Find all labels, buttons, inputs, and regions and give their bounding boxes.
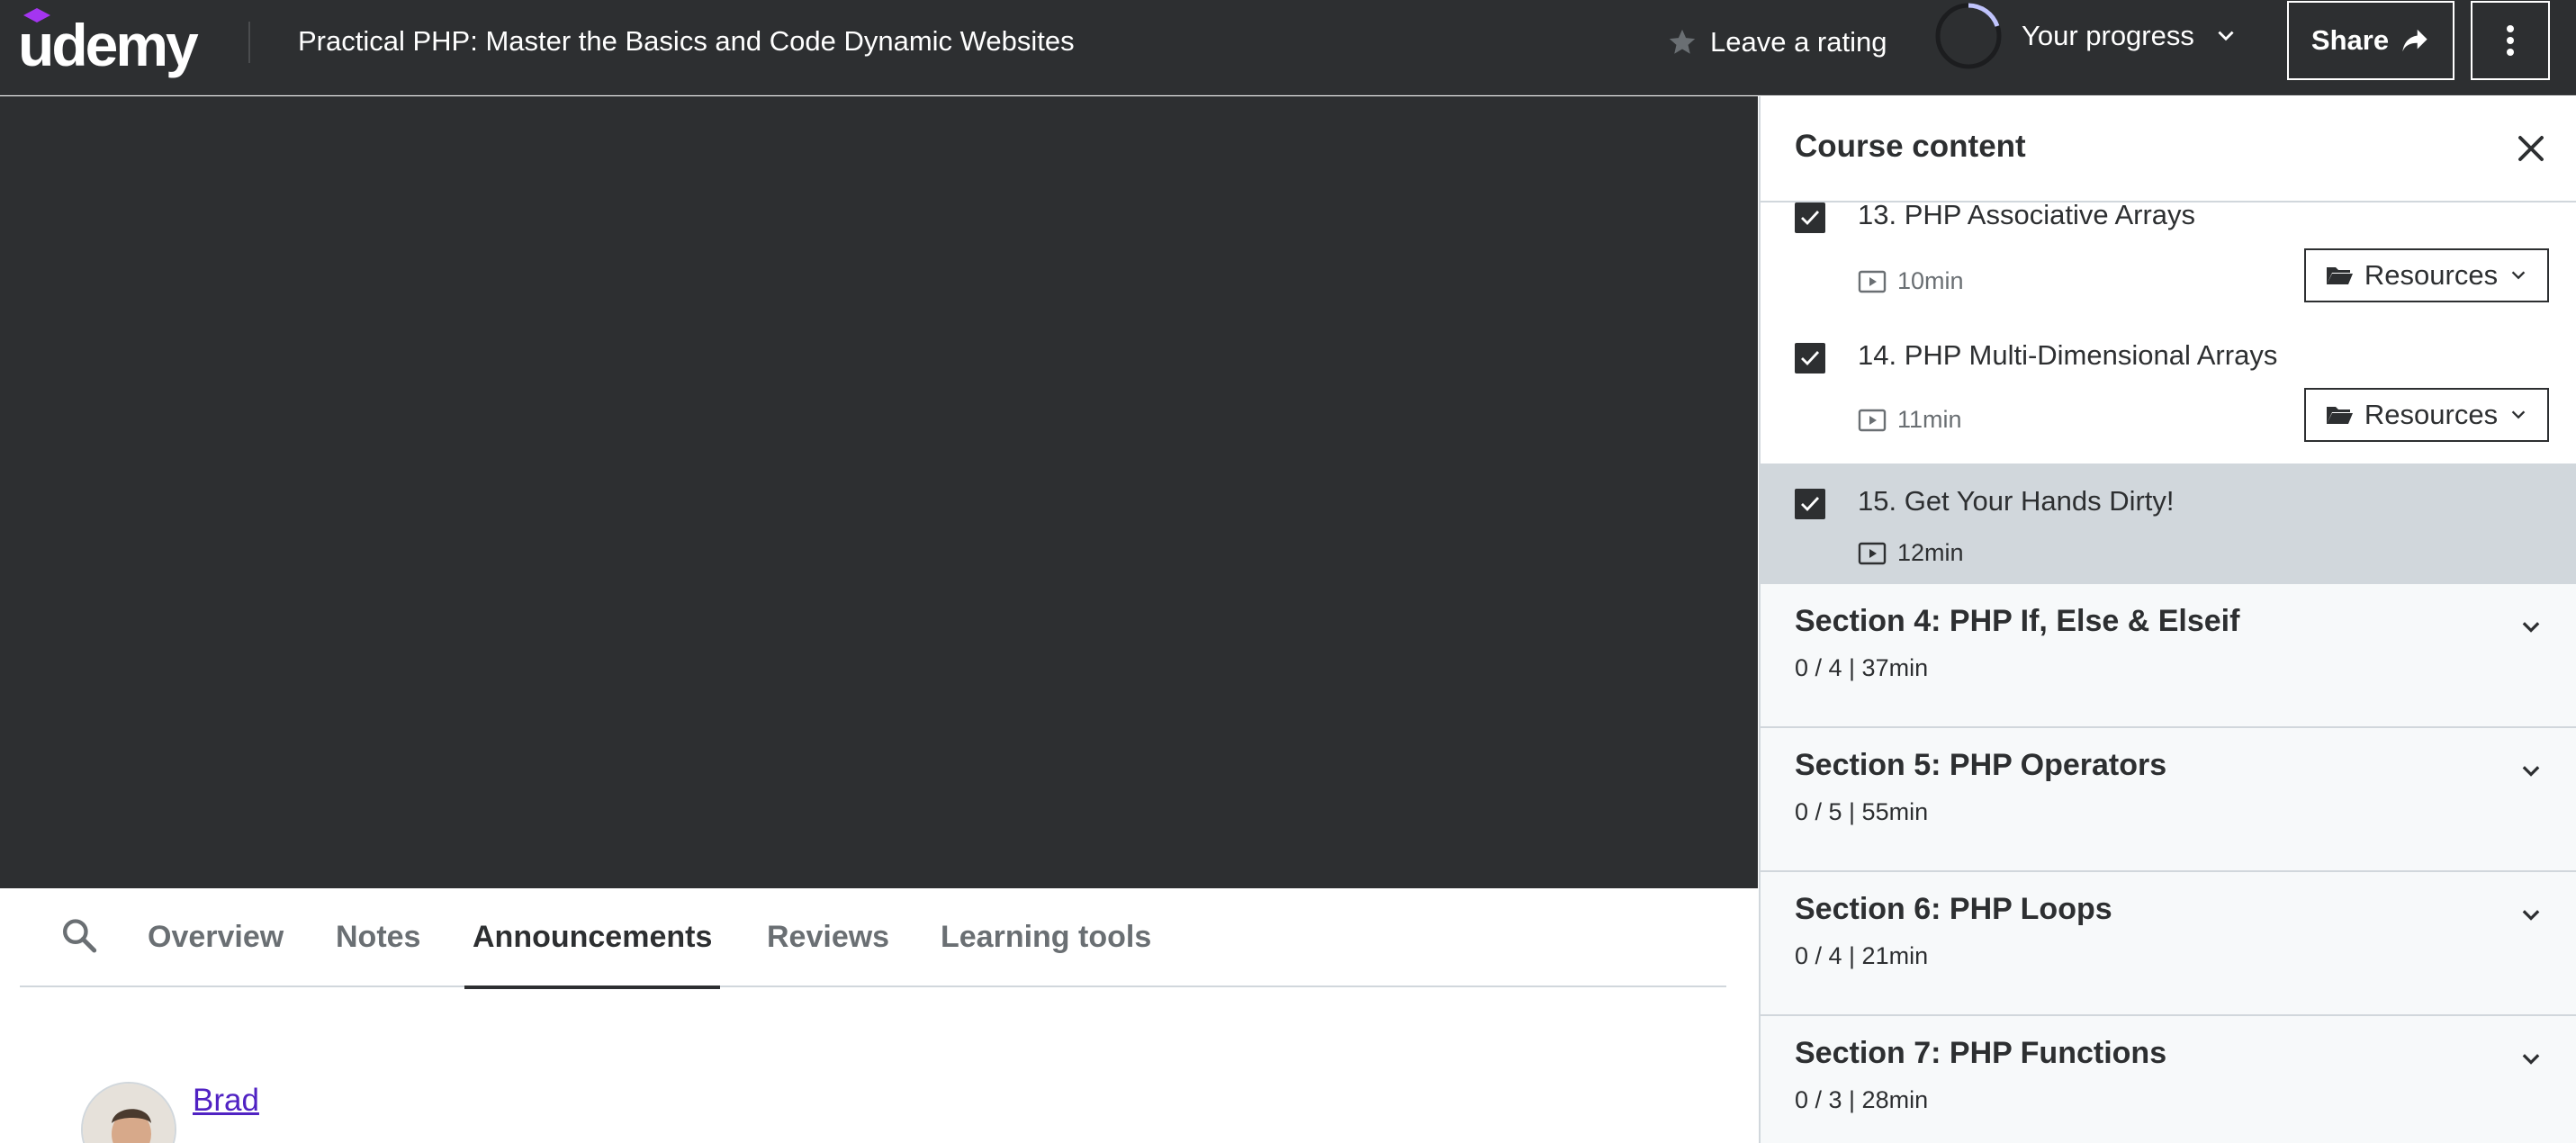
logo-hat-icon <box>23 8 50 22</box>
lecture-title: 15. Get Your Hands Dirty! <box>1858 485 2175 517</box>
vertical-dots-icon <box>2507 25 2514 56</box>
chevron-down-icon <box>2522 1054 2540 1065</box>
folder-icon <box>2326 407 2353 424</box>
duration-label: 12min <box>1897 539 1964 566</box>
video-icon <box>1858 270 1887 292</box>
section-header[interactable]: Section 5: PHP Operators 0 / 5 | 55min <box>1761 726 2576 870</box>
section-title: Section 6: PHP Loops <box>1795 892 2112 926</box>
section-progress: 0 / 4 | 37min <box>1795 654 1929 681</box>
announcement-author-link[interactable]: Brad <box>193 1083 259 1119</box>
resources-button[interactable]: Resources <box>2304 248 2549 302</box>
resources-label: Resources <box>2364 259 2499 291</box>
completed-checkbox[interactable] <box>1795 202 1825 233</box>
progress-ring-icon <box>1935 3 2002 69</box>
more-options-button[interactable] <box>2471 1 2550 80</box>
tab-announcements[interactable]: Announcements <box>464 888 721 989</box>
section-title: Section 5: PHP Operators <box>1795 748 2167 782</box>
section-title: Section 7: PHP Functions <box>1795 1036 2167 1070</box>
sidebar-header: Course content <box>1761 96 2576 202</box>
resources-button[interactable]: Resources <box>2304 388 2549 442</box>
resources-label: Resources <box>2364 399 2499 430</box>
chevron-down-icon <box>2522 910 2540 921</box>
tab-notes[interactable]: Notes <box>336 888 420 987</box>
top-header: udemy Practical PHP: Master the Basics a… <box>0 0 2576 95</box>
leave-rating-button[interactable]: Leave a rating <box>1667 20 1887 65</box>
video-icon <box>1858 409 1887 431</box>
section-progress: 0 / 3 | 28min <box>1795 1086 1929 1113</box>
chevron-down-icon <box>2511 271 2526 280</box>
leave-rating-label: Leave a rating <box>1710 26 1887 58</box>
tab-learning-tools[interactable]: Learning tools <box>941 888 1151 987</box>
sidebar-title: Course content <box>1795 129 2026 164</box>
close-icon[interactable] <box>2515 132 2547 165</box>
section-title: Section 4: PHP If, Else & Elseif <box>1795 604 2240 638</box>
star-icon <box>1669 29 1696 54</box>
section-progress: 0 / 4 | 21min <box>1795 942 1929 969</box>
avatar <box>81 1082 176 1143</box>
course-content-sidebar: Course content 13. PHP Associative Array… <box>1759 96 2576 1143</box>
lecture-item[interactable]: 14. PHP Multi-Dimensional Arrays 11min R… <box>1761 323 2576 467</box>
your-progress-label: Your progress <box>2022 20 2194 51</box>
folder-icon <box>2326 267 2353 284</box>
search-icon[interactable] <box>61 917 97 957</box>
checkmark-icon <box>1801 351 1820 366</box>
video-icon <box>1858 542 1887 564</box>
lecture-duration: 12min <box>1858 539 1964 567</box>
section-header[interactable]: Section 7: PHP Functions 0 / 3 | 28min <box>1761 1014 2576 1143</box>
video-player[interactable] <box>0 96 1758 888</box>
chevron-down-icon <box>2522 622 2540 633</box>
course-tabs: Overview Notes Announcements Reviews Lea… <box>20 888 1726 989</box>
course-title[interactable]: Practical PHP: Master the Basics and Cod… <box>298 23 1075 59</box>
chevron-down-icon <box>2522 766 2540 777</box>
udemy-logo[interactable]: udemy <box>18 5 207 78</box>
completed-checkbox[interactable] <box>1795 489 1825 519</box>
header-divider <box>248 22 250 63</box>
lecture-duration: 11min <box>1858 406 1962 434</box>
duration-label: 11min <box>1897 406 1962 433</box>
duration-label: 10min <box>1897 267 1964 294</box>
share-arrow-icon <box>2402 29 2427 52</box>
lecture-title: 14. PHP Multi-Dimensional Arrays <box>1858 339 2278 371</box>
checkmark-icon <box>1801 497 1820 512</box>
section-header[interactable]: Section 4: PHP If, Else & Elseif 0 / 4 |… <box>1761 582 2576 726</box>
tab-overview[interactable]: Overview <box>148 888 284 987</box>
section-header[interactable]: Section 6: PHP Loops 0 / 4 | 21min <box>1761 870 2576 1014</box>
share-label: Share <box>2310 24 2390 56</box>
tab-reviews[interactable]: Reviews <box>767 888 889 987</box>
completed-checkbox[interactable] <box>1795 343 1825 374</box>
section-progress: 0 / 5 | 55min <box>1795 798 1929 825</box>
lecture-title: 13. PHP Associative Arrays <box>1858 199 2196 230</box>
chevron-down-icon <box>2511 410 2526 419</box>
lecture-duration: 10min <box>1858 267 1964 295</box>
your-progress-dropdown[interactable]: Your progress <box>1933 0 2238 72</box>
share-button[interactable]: Share <box>2287 1 2454 80</box>
checkmark-icon <box>1801 211 1820 226</box>
instructor-photo-icon <box>83 1084 175 1143</box>
lecture-item[interactable]: 13. PHP Associative Arrays 10min Resourc… <box>1761 186 2576 312</box>
lecture-item-current[interactable]: 15. Get Your Hands Dirty! 12min <box>1761 464 2576 590</box>
chevron-down-icon <box>2218 31 2234 41</box>
